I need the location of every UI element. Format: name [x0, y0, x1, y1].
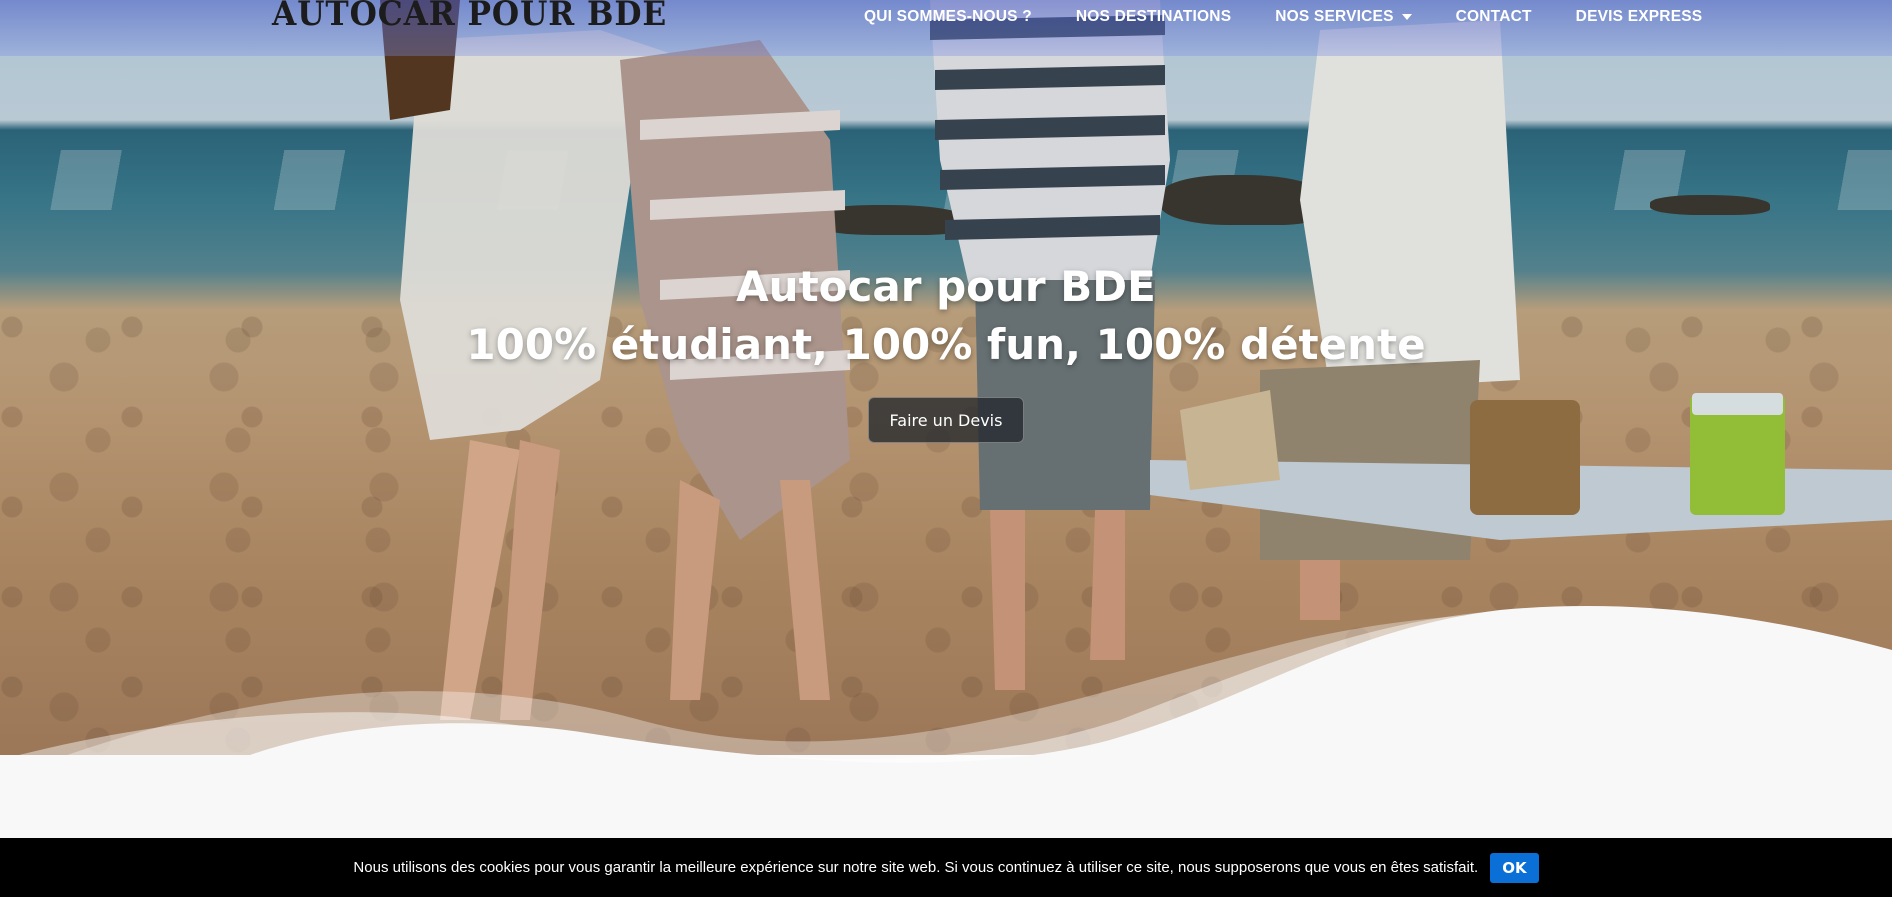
- nav-item-label: NOS SERVICES: [1275, 8, 1394, 25]
- request-quote-label: Faire un Devis: [889, 410, 1003, 430]
- nav-item-devis-express[interactable]: DEVIS EXPRESS: [1554, 0, 1725, 34]
- nav-item-qui-sommes-nous[interactable]: QUI SOMMES-NOUS ?: [842, 0, 1054, 34]
- hero-overlay: [0, 0, 1892, 755]
- nav-item-nos-destinations[interactable]: NOS DESTINATIONS: [1054, 0, 1253, 34]
- site-logo[interactable]: AUTOCAR POUR BDE: [272, 0, 667, 34]
- hero-subtitle: 100% étudiant, 100% fun, 100% détente: [466, 320, 1426, 369]
- nav-item-label: QUI SOMMES-NOUS ?: [864, 8, 1032, 25]
- nav-item-label: CONTACT: [1455, 8, 1532, 25]
- nav-item-label: DEVIS EXPRESS: [1575, 8, 1703, 25]
- main-menu: QUI SOMMES-NOUS ? NOS DESTINATIONS NOS S…: [842, 0, 1724, 34]
- cookie-message: Nous utilisons des cookies pour vous gar…: [353, 859, 1479, 876]
- hero-title: Autocar pour BDE: [736, 262, 1156, 311]
- request-quote-button[interactable]: Faire un Devis: [868, 397, 1024, 443]
- caret-down-icon: [1401, 14, 1412, 20]
- nav-item-label: NOS DESTINATIONS: [1075, 8, 1232, 25]
- top-navigation: AUTOCAR POUR BDE QUI SOMMES-NOUS ? NOS D…: [0, 0, 1892, 56]
- nav-item-contact[interactable]: CONTACT: [1434, 0, 1554, 34]
- cookie-banner: Nous utilisons des cookies pour vous gar…: [0, 838, 1892, 897]
- hero-section: [0, 0, 1892, 755]
- nav-item-nos-services[interactable]: NOS SERVICES: [1253, 0, 1433, 34]
- cookie-ok-button[interactable]: OK: [1490, 852, 1539, 883]
